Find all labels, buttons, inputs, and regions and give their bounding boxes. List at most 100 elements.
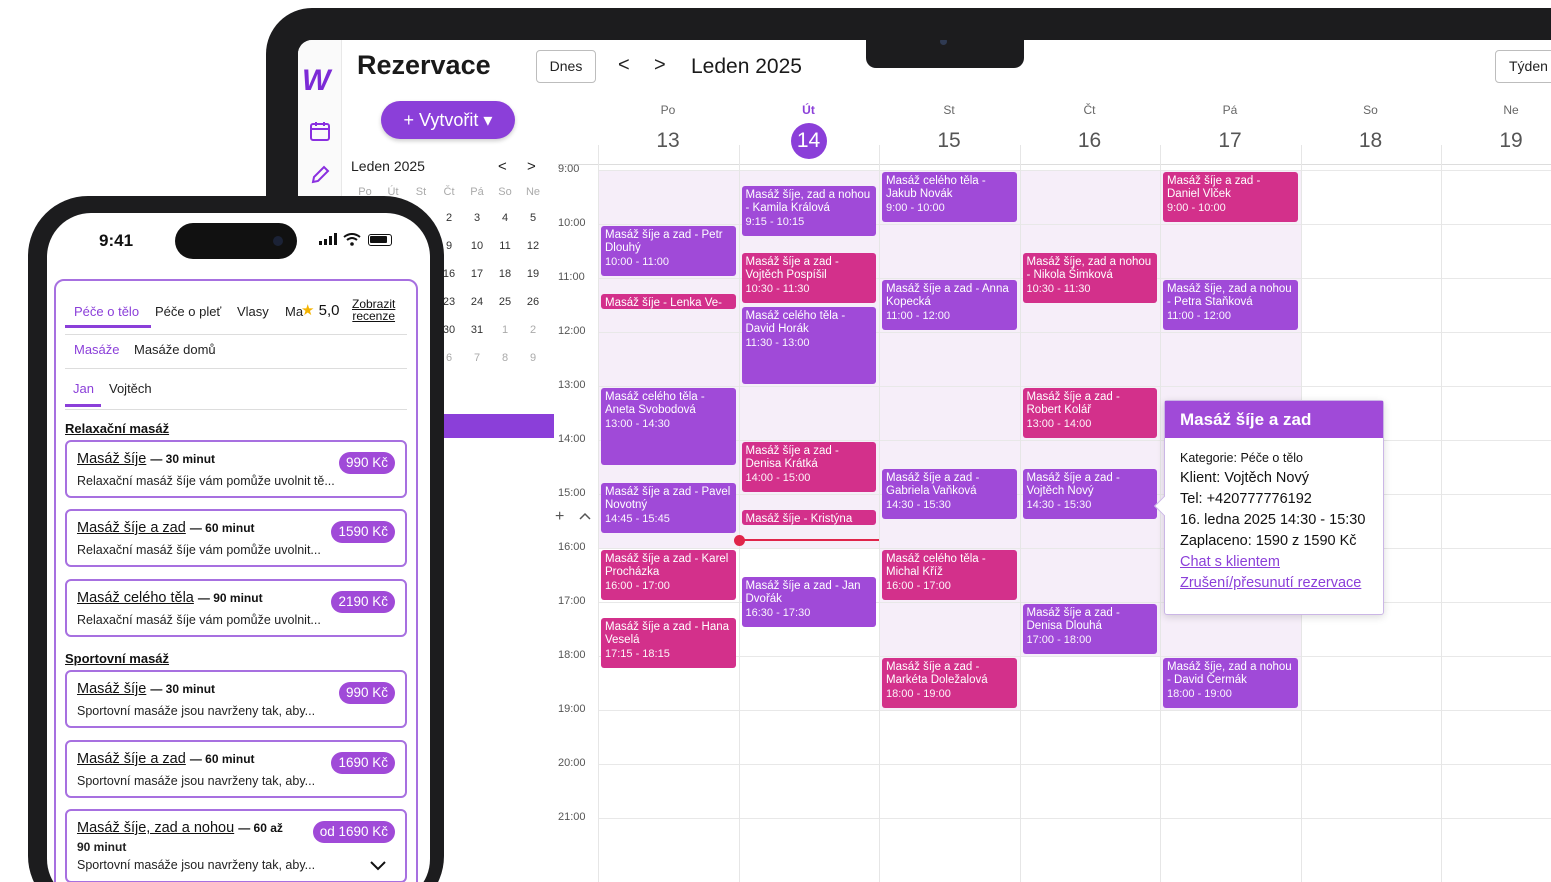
service-card[interactable]: Masáž celého těla — 90 minut Relaxační ma… — [65, 579, 407, 637]
camera-notch — [866, 40, 1024, 68]
event-time: 16:30 - 17:30 — [745, 607, 811, 619]
event-block[interactable]: Masáž šíje a zad - Vojtěch Pospíšil 10:30… — [741, 253, 876, 303]
mini-day[interactable]: 12 — [519, 240, 547, 252]
tab-pece-o-plet[interactable]: Péče o pleť — [155, 304, 221, 319]
mini-day[interactable]: 2 — [435, 212, 463, 224]
pencil-icon[interactable] — [309, 164, 331, 186]
price-badge: 2190 Kč — [331, 591, 395, 613]
mini-day[interactable]: 18 — [491, 268, 519, 280]
event-block[interactable]: Masáž šíje a zad - Anna Kopecká 11:00 - 1… — [882, 280, 1017, 330]
event-block[interactable]: Masáž šíje, zad a nohou - Petra Staňková… — [1163, 280, 1298, 330]
mini-day[interactable]: 5 — [519, 212, 547, 224]
event-block[interactable]: Masáž šíje a zad - Markéta Doležalová 18:… — [882, 658, 1017, 708]
hour-label: 21:00 — [558, 811, 586, 823]
event-block[interactable]: Masáž šíje a zad - Jan Dvořák 16:30 - 17:… — [741, 577, 876, 627]
event-block[interactable]: Masáž šíje, zad a nohou - Kamila Králová… — [741, 185, 876, 236]
staff-jan[interactable]: Jan — [73, 381, 94, 396]
event-title: Masáž celého těla - Michal Kříž — [886, 553, 986, 578]
hour-line — [598, 170, 1551, 171]
event-block[interactable]: Masáž šíje, zad a nohou - Nikola Šimková… — [1022, 253, 1157, 303]
event-block[interactable]: Masáž šíje, zad a nohou - David Čermák 18… — [1163, 658, 1298, 708]
service-name: Masáž šíje — [77, 451, 147, 467]
event-time: 14:30 - 15:30 — [886, 499, 951, 511]
event-block[interactable]: Masáž šíje a zad - Vojtěch Nový 14:30 - 1… — [1022, 469, 1157, 519]
event-block[interactable]: Masáž šíje a zad - Denisa Krátká 14:00 - … — [741, 442, 876, 492]
mini-day[interactable]: 4 — [491, 212, 519, 224]
mini-day[interactable]: 8 — [491, 352, 519, 364]
event-block[interactable]: Masáž šíje a zad - Hana Veselá 17:15 - 18… — [601, 617, 736, 668]
tab-pece-o-telo[interactable]: Péče o tělo — [74, 304, 139, 319]
mini-day[interactable]: 10 — [463, 240, 491, 252]
event-block[interactable]: Masáž celého těla - Michal Kříž 16:00 - 1… — [882, 550, 1017, 600]
subtab-masaze-domu[interactable]: Masáže domů — [134, 342, 216, 357]
event-block[interactable]: Masáž šíje a zad - Pavel Novotný 14:45 - … — [601, 482, 736, 533]
mini-day[interactable]: 9 — [519, 352, 547, 364]
event-block[interactable]: Masáž šíje - Kristýna — [741, 509, 876, 526]
mini-day[interactable]: 7 — [463, 352, 491, 364]
hour-label: 17:00 — [558, 595, 586, 607]
view-select-button[interactable]: Týden — [1495, 50, 1551, 83]
cancel-link[interactable]: Zrušení/přesunutí rezervace — [1180, 575, 1368, 591]
mini-day[interactable]: 24 — [463, 296, 491, 308]
mini-prev-button[interactable]: < — [498, 158, 507, 175]
mini-day[interactable]: 25 — [491, 296, 519, 308]
event-block[interactable]: Masáž šíje a zad - Karel Procházka 16:00 … — [601, 550, 736, 600]
service-card[interactable]: Masáž šíje a zad — 60 minut Sportovní mas… — [65, 740, 407, 798]
selected-calendar-bar[interactable] — [438, 414, 554, 438]
current-time-dot — [733, 534, 745, 546]
chevron-down-icon[interactable] — [369, 858, 387, 876]
price-badge: od 1690 Kč — [312, 821, 395, 843]
service-card[interactable]: Masáž šíje a zad — 60 minut Relaxační mas… — [65, 509, 407, 567]
event-block[interactable]: Masáž šíje a zad - Denisa Dlouhá 17:00 - … — [1022, 604, 1157, 654]
day-header[interactable]: So 18 — [1301, 103, 1441, 159]
reviews-link[interactable]: Zobrazit recenze — [352, 298, 395, 322]
service-card[interactable]: Masáž šíje — 30 minut Sportovní masáže js… — [65, 670, 407, 728]
create-button[interactable]: + Vytvořit ▾ — [381, 101, 515, 139]
desktop-screen: W Rezervace Dnes < > Leden 2025 Týden + … — [298, 40, 1551, 882]
event-block[interactable]: Masáž celého těla - David Horák 11:30 - 1… — [741, 307, 876, 384]
day-header[interactable]: Ne 19 — [1441, 103, 1551, 159]
mini-day[interactable]: 19 — [519, 268, 547, 280]
staff-vojtech[interactable]: Vojtěch — [109, 381, 152, 396]
mini-day[interactable]: 2 — [519, 324, 547, 336]
header-divider — [558, 164, 1551, 165]
today-button[interactable]: Dnes — [536, 50, 596, 83]
event-time: 16:00 - 17:00 — [886, 580, 951, 592]
calendar-icon[interactable] — [309, 120, 331, 142]
mini-day[interactable]: 26 — [519, 296, 547, 308]
tab-vlasy[interactable]: Vlasy — [237, 304, 269, 319]
mini-day[interactable]: 1 — [491, 324, 519, 336]
event-block[interactable]: Masáž šíje a zad - Petr Dlouhý 10:00 - 11… — [601, 226, 736, 276]
day-header[interactable]: Pá 17 — [1160, 103, 1300, 159]
mini-day[interactable]: 31 — [463, 324, 491, 336]
next-week-button[interactable]: > — [654, 54, 666, 77]
mini-next-button[interactable]: > — [527, 158, 536, 175]
price-badge: 990 Kč — [338, 452, 395, 474]
chat-link[interactable]: Chat s klientem — [1180, 554, 1368, 570]
service-card[interactable]: Masáž šíje — 30 minut Relaxační masáž šíj… — [65, 440, 407, 498]
day-header[interactable]: St 15 — [879, 103, 1019, 159]
prev-week-button[interactable]: < — [618, 54, 630, 77]
event-block[interactable]: Masáž šíje - Lenka Ve- — [601, 293, 736, 310]
event-title: Masáž celého těla - David Horák — [745, 310, 846, 335]
service-card[interactable]: Masáž šíje, zad a nohou — 60 až 90 minut S… — [65, 809, 407, 882]
day-header[interactable]: Út 14 — [739, 103, 879, 159]
event-block[interactable]: Masáž šíje a zad - Robert Kolář 13:00 - 1… — [1022, 388, 1157, 438]
event-block[interactable]: Masáž celého těla - Jakub Novák 9:00 - 10… — [882, 172, 1017, 222]
day-column-line — [1019, 145, 1021, 882]
event-time: 9:15 - 10:15 — [745, 215, 805, 228]
event-block[interactable]: Masáž šíje a zad - Gabriela Vaňková 14:30… — [882, 469, 1017, 519]
day-header[interactable]: Po 13 — [598, 103, 738, 159]
event-title: Masáž šíje a zad - Pavel Novotný — [605, 485, 731, 511]
day-name: Po — [660, 103, 676, 117]
subtab-masaze[interactable]: Masáže — [74, 342, 120, 357]
event-block[interactable]: Masáž celého těla - Aneta Svobodová 13:00… — [601, 388, 736, 465]
current-month-label: Leden 2025 — [691, 55, 802, 78]
mini-day[interactable]: 3 — [463, 212, 491, 224]
day-header[interactable]: Čt 16 — [1020, 103, 1160, 159]
event-time: 13:00 - 14:30 — [605, 418, 670, 430]
mini-day[interactable]: 17 — [463, 268, 491, 280]
event-time: 10:00 - 11:00 — [605, 256, 670, 268]
mini-day[interactable]: 11 — [491, 240, 519, 252]
event-block[interactable]: Masáž šíje a zad - Daniel Vlček 9:00 - 10… — [1163, 172, 1298, 222]
